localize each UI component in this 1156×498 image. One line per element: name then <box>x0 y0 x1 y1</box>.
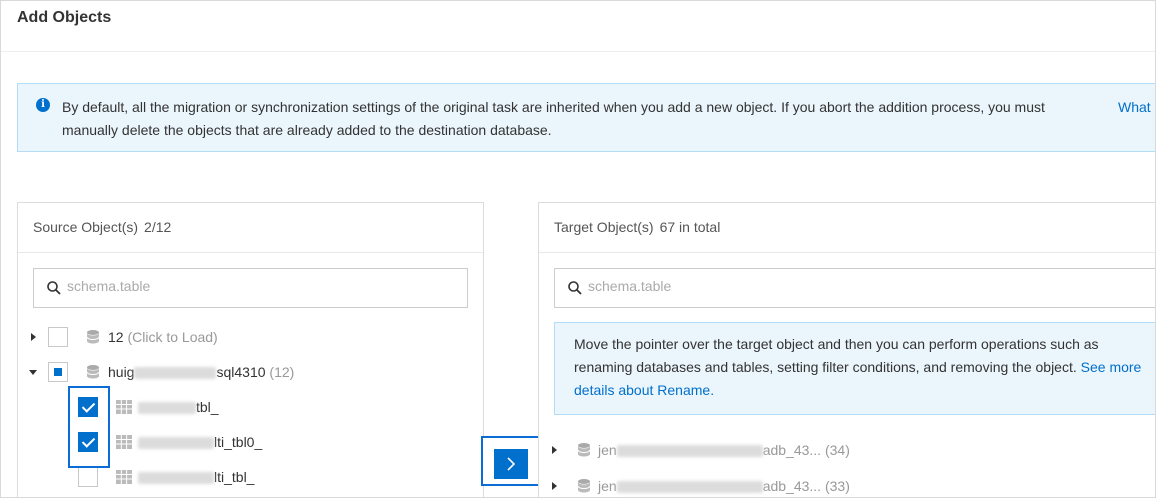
redacted-text <box>616 481 763 494</box>
database-icon <box>86 330 100 344</box>
db-label-prefix: huig <box>108 364 135 380</box>
db-label: 12 <box>108 329 124 345</box>
source-header-label: Source Object(s) <box>33 219 139 235</box>
target-search-field[interactable] <box>554 268 1155 308</box>
table-label-suffix: lti_tbl0_ <box>214 434 263 450</box>
selection-highlight <box>68 386 110 468</box>
redacted-text <box>138 402 196 415</box>
add-objects-dialog: Add Objects i By default, all the migrat… <box>0 0 1156 498</box>
target-header-label: Target Object(s) <box>554 219 654 235</box>
target-tree-node-db[interactable]: jen adb_43... (34) <box>550 436 1150 464</box>
target-db-label-suffix: adb_43... <box>762 478 822 494</box>
tree-node-table[interactable]: lti_tbl_ <box>77 463 467 491</box>
target-header-count: 67 in total <box>659 219 721 235</box>
source-search-input[interactable] <box>67 278 447 294</box>
target-db-label-suffix: adb_43... <box>762 442 822 458</box>
click-to-load-hint: (Click to Load) <box>127 329 218 345</box>
transfer-button-highlight <box>481 436 541 486</box>
page-title: Add Objects <box>17 9 112 26</box>
redacted-text <box>616 445 763 458</box>
table-checkbox[interactable] <box>78 467 98 487</box>
source-panel-header: Source Object(s) 2/12 <box>18 203 483 253</box>
target-db-count: (34) <box>824 442 850 458</box>
table-icon <box>116 435 132 449</box>
tree-node-table[interactable]: tbl_ <box>77 393 467 421</box>
target-db-label-prefix: jen <box>598 442 617 458</box>
move-to-target-button[interactable] <box>494 449 528 479</box>
db-checkbox[interactable] <box>48 327 68 347</box>
target-notice-text: Move the pointer over the target object … <box>574 336 1099 375</box>
tree-node-db-12[interactable]: 12 (Click to Load) <box>29 323 469 351</box>
info-icon: i <box>36 98 50 112</box>
expand-caret-icon[interactable] <box>550 436 560 464</box>
table-icon <box>116 470 132 484</box>
redacted-text <box>134 367 217 380</box>
database-icon <box>577 443 591 457</box>
tree-node-table[interactable]: lti_tbl0_ <box>77 428 467 456</box>
table-label-suffix: tbl_ <box>196 399 219 415</box>
collapse-caret-icon[interactable] <box>29 358 39 386</box>
source-search-field[interactable] <box>33 268 468 308</box>
db-label-suffix: sql4310 <box>216 364 266 380</box>
table-icon <box>116 400 132 414</box>
notice-text: By default, all the migration or synchro… <box>62 99 1045 138</box>
tree-node-db-huig[interactable]: huig sql4310 (12) <box>29 358 469 386</box>
target-db-label-prefix: jen <box>598 478 617 494</box>
redacted-text <box>138 472 214 485</box>
target-info-notice: Move the pointer over the target object … <box>554 322 1155 415</box>
database-icon <box>86 365 100 379</box>
info-notice: i By default, all the migration or synch… <box>17 83 1155 152</box>
target-tree-node-db[interactable]: jen adb_43... (33) <box>550 472 1150 497</box>
chevron-right-icon <box>507 457 516 471</box>
search-icon <box>47 281 61 295</box>
db-checkbox-partial[interactable] <box>48 362 68 382</box>
source-header-count: 2/12 <box>144 219 172 235</box>
expand-caret-icon[interactable] <box>29 323 39 351</box>
target-db-count: (33) <box>824 478 850 494</box>
redacted-text <box>138 437 214 450</box>
search-icon <box>568 281 582 295</box>
db-table-count: (12) <box>269 364 295 380</box>
table-label-suffix: lti_tbl_ <box>214 469 255 485</box>
database-icon <box>577 479 591 493</box>
expand-caret-icon[interactable] <box>550 472 560 497</box>
notice-link[interactable]: What <box>1118 96 1151 119</box>
target-search-input[interactable] <box>588 278 968 294</box>
divider <box>1 51 1155 52</box>
target-panel-header: Target Object(s) 67 in total <box>539 203 1155 253</box>
